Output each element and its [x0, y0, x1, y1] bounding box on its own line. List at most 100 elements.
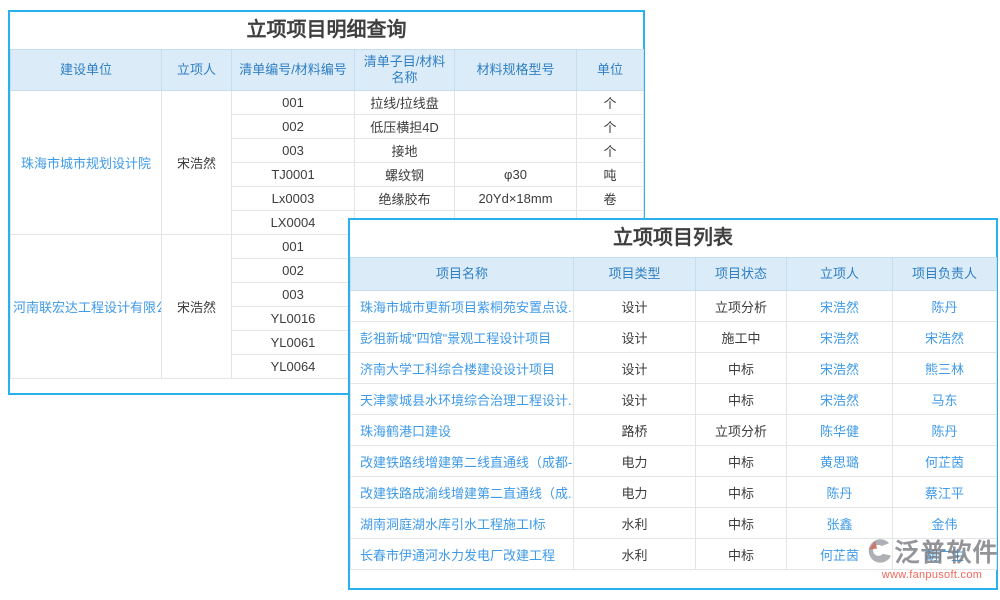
unit-cell: 卷 [577, 187, 644, 211]
detail-col-initiator: 立项人 [162, 50, 232, 91]
project-status-cell: 中标 [696, 477, 787, 508]
material-name-cell: 接地 [355, 139, 455, 163]
manager-link[interactable]: 马东 [893, 384, 997, 415]
detail-col-spec: 材料规格型号 [455, 50, 577, 91]
project-name-link[interactable]: 长春市伊通河水力发电厂改建工程 [351, 539, 574, 570]
list-panel-title: 立项项目列表 [350, 220, 996, 257]
spec-cell [455, 115, 577, 139]
list-col-type: 项目类型 [574, 258, 696, 291]
project-status-cell: 立项分析 [696, 291, 787, 322]
project-list-panel: 立项项目列表 项目名称 项目类型 项目状态 立项人 项目负责人 珠海市城市更新项… [348, 218, 998, 590]
initiator-link[interactable]: 陈华健 [787, 415, 893, 446]
table-row: 彭祖新城"四馆"景观工程设计项目 设计 施工中 宋浩然 宋浩然 [351, 322, 997, 353]
code-cell: YL0016 [232, 307, 355, 331]
code-cell: 001 [232, 91, 355, 115]
project-status-cell: 中标 [696, 446, 787, 477]
project-status-cell: 中标 [696, 353, 787, 384]
code-cell: Lx0003 [232, 187, 355, 211]
project-name-link[interactable]: 天津蒙城县水环境综合治理工程设计... [351, 384, 574, 415]
project-name-link[interactable]: 珠海市城市更新项目紫桐苑安置点设... [351, 291, 574, 322]
table-row: 天津蒙城县水环境综合治理工程设计... 设计 中标 宋浩然 马东 [351, 384, 997, 415]
project-type-cell: 水利 [574, 539, 696, 570]
detail-col-unit: 建设单位 [11, 50, 162, 91]
code-cell: LX0004 [232, 211, 355, 235]
project-type-cell: 水利 [574, 508, 696, 539]
list-col-status: 项目状态 [696, 258, 787, 291]
table-row: 改建铁路成渝线增建第二直通线（成... 电力 中标 陈丹 蔡江平 [351, 477, 997, 508]
manager-link[interactable]: 陈丹 [893, 415, 997, 446]
table-row: 珠海市城市更新项目紫桐苑安置点设... 设计 立项分析 宋浩然 陈丹 [351, 291, 997, 322]
unit-cell: 个 [577, 115, 644, 139]
detail-col-code: 清单编号/材料编号 [232, 50, 355, 91]
list-col-name: 项目名称 [351, 258, 574, 291]
material-name-cell: 绝缘胶布 [355, 187, 455, 211]
table-row: 湖南洞庭湖水库引水工程施工I标 水利 中标 张鑫 金伟 [351, 508, 997, 539]
project-status-cell: 立项分析 [696, 415, 787, 446]
project-status-cell: 中标 [696, 508, 787, 539]
unit-cell: 吨 [577, 163, 644, 187]
project-type-cell: 电力 [574, 477, 696, 508]
list-col-manager: 项目负责人 [893, 258, 997, 291]
project-type-cell: 设计 [574, 353, 696, 384]
code-cell: YL0064 [232, 355, 355, 379]
manager-link[interactable]: 陈丹 [893, 291, 997, 322]
detail-panel-title: 立项项目明细查询 [10, 12, 643, 49]
project-list-table: 项目名称 项目类型 项目状态 立项人 项目负责人 珠海市城市更新项目紫桐苑安置点… [350, 257, 997, 570]
code-cell: YL0061 [232, 331, 355, 355]
spec-cell [455, 91, 577, 115]
initiator-link[interactable]: 何芷茵 [787, 539, 893, 570]
material-name-cell: 拉线/拉线盘 [355, 91, 455, 115]
project-type-cell: 设计 [574, 384, 696, 415]
project-status-cell: 施工中 [696, 322, 787, 353]
spec-cell [455, 139, 577, 163]
detail-col-measure: 单位 [577, 50, 644, 91]
initiator-link[interactable]: 宋浩然 [787, 291, 893, 322]
manager-link[interactable]: 蔡江平 [893, 477, 997, 508]
code-cell: 002 [232, 259, 355, 283]
initiator-link[interactable]: 黄思璐 [787, 446, 893, 477]
table-row: 改建铁路线增建第二线直通线（成都-... 电力 中标 黄思璐 何芷茵 [351, 446, 997, 477]
table-row: 珠海市城市规划设计院 宋浩然 001 拉线/拉线盘 个 [11, 91, 644, 115]
initiator-link[interactable]: 陈丹 [787, 477, 893, 508]
project-name-link[interactable]: 湖南洞庭湖水库引水工程施工I标 [351, 508, 574, 539]
manager-link[interactable]: 胡广生 [893, 539, 997, 570]
code-cell: 002 [232, 115, 355, 139]
manager-link[interactable]: 宋浩然 [893, 322, 997, 353]
construction-unit-link[interactable]: 河南联宏达工程设计有限公司 [11, 235, 162, 379]
code-cell: 001 [232, 235, 355, 259]
project-type-cell: 路桥 [574, 415, 696, 446]
project-type-cell: 电力 [574, 446, 696, 477]
code-cell: 003 [232, 139, 355, 163]
project-type-cell: 设计 [574, 291, 696, 322]
manager-link[interactable]: 金伟 [893, 508, 997, 539]
project-status-cell: 中标 [696, 539, 787, 570]
project-type-cell: 设计 [574, 322, 696, 353]
spec-cell: 20Yd×18mm [455, 187, 577, 211]
manager-link[interactable]: 熊三林 [893, 353, 997, 384]
initiator-cell: 宋浩然 [162, 235, 232, 379]
initiator-cell: 宋浩然 [162, 91, 232, 235]
spec-cell: φ30 [455, 163, 577, 187]
material-name-cell: 低压横担4D [355, 115, 455, 139]
project-name-link[interactable]: 改建铁路成渝线增建第二直通线（成... [351, 477, 574, 508]
initiator-link[interactable]: 宋浩然 [787, 322, 893, 353]
construction-unit-link[interactable]: 珠海市城市规划设计院 [11, 91, 162, 235]
code-cell: TJ0001 [232, 163, 355, 187]
project-name-link[interactable]: 珠海鹤港口建设 [351, 415, 574, 446]
project-name-link[interactable]: 改建铁路线增建第二线直通线（成都-... [351, 446, 574, 477]
project-name-link[interactable]: 济南大学工科综合楼建设设计项目 [351, 353, 574, 384]
project-name-link[interactable]: 彭祖新城"四馆"景观工程设计项目 [351, 322, 574, 353]
detail-col-name: 清单子目/材料名称 [355, 50, 455, 91]
table-row: 济南大学工科综合楼建设设计项目 设计 中标 宋浩然 熊三林 [351, 353, 997, 384]
initiator-link[interactable]: 宋浩然 [787, 384, 893, 415]
unit-cell: 个 [577, 139, 644, 163]
initiator-link[interactable]: 宋浩然 [787, 353, 893, 384]
table-row: 珠海鹤港口建设 路桥 立项分析 陈华健 陈丹 [351, 415, 997, 446]
unit-cell: 个 [577, 91, 644, 115]
initiator-link[interactable]: 张鑫 [787, 508, 893, 539]
code-cell: 003 [232, 283, 355, 307]
material-name-cell: 螺纹钢 [355, 163, 455, 187]
manager-link[interactable]: 何芷茵 [893, 446, 997, 477]
table-row: 长春市伊通河水力发电厂改建工程 水利 中标 何芷茵 胡广生 [351, 539, 997, 570]
list-col-initiator: 立项人 [787, 258, 893, 291]
